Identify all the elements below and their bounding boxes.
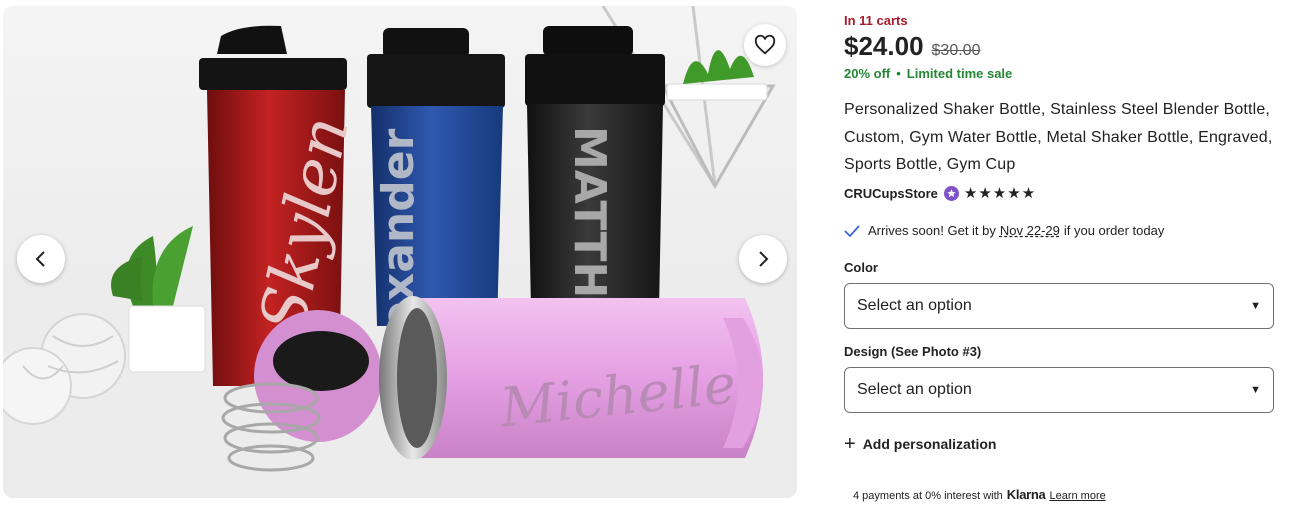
sale-info: 20% off • Limited time sale (844, 66, 1012, 81)
original-price: $30.00 (931, 42, 981, 59)
next-image-button[interactable] (739, 235, 787, 283)
product-image-gallery[interactable]: Skylen exander MATTHE Michelle (3, 6, 797, 498)
chevron-right-icon (759, 251, 769, 267)
price-row: $24.00 $30.00 (844, 31, 980, 62)
delivery-estimate: Arrives soon! Get it by Nov 22-29 if you… (844, 223, 1164, 238)
favorite-button[interactable] (744, 24, 786, 66)
caret-down-icon: ▼ (1250, 300, 1261, 312)
product-title: Personalized Shaker Bottle, Stainless St… (844, 101, 1273, 173)
sale-note: Limited time sale (906, 66, 1013, 81)
klarna-payments-info: 4 payments at 0% interest with Klarna Le… (853, 487, 1106, 502)
plus-icon: + (844, 433, 856, 455)
color-select-value: Select an option (857, 297, 972, 314)
star-seller-badge-icon (943, 186, 959, 201)
klarna-logo: Klarna (1006, 487, 1046, 502)
design-label: Design (See Photo #3) (844, 344, 982, 359)
shop-row: CRUCupsStore ★★★★★ (844, 186, 1036, 201)
product-photo: Skylen exander MATTHE Michelle (3, 6, 797, 498)
svg-text:MATTHE: MATTHE (564, 126, 615, 328)
heart-icon (754, 34, 776, 55)
delivery-prefix: Arrives soon! Get it by (868, 223, 996, 238)
design-select[interactable]: Select an option ▼ (844, 367, 1274, 413)
rating-stars[interactable]: ★★★★★ (964, 186, 1036, 201)
delivery-suffix: if you order today (1063, 223, 1165, 238)
current-price: $24.00 (844, 31, 924, 61)
add-personalization-button[interactable]: + Add personalization (844, 434, 996, 454)
color-label: Color (844, 260, 878, 275)
shop-name-link[interactable]: CRUCupsStore (844, 186, 938, 201)
chevron-left-icon (35, 251, 45, 267)
add-personalization-label: Add personalization (862, 436, 997, 452)
learn-more-link[interactable]: Learn more (1049, 490, 1105, 502)
color-select[interactable]: Select an option ▼ (844, 283, 1274, 329)
checkmark-icon (844, 224, 860, 237)
caret-down-icon: ▼ (1250, 384, 1261, 396)
carts-count: In 11 carts (844, 13, 908, 28)
discount-text: 20% off (844, 66, 891, 81)
separator-dot: • (896, 66, 901, 81)
klarna-text: 4 payments at 0% interest with (853, 490, 1003, 502)
previous-image-button[interactable] (17, 235, 65, 283)
design-select-value: Select an option (857, 381, 972, 398)
delivery-date[interactable]: Nov 22-29 (1000, 223, 1060, 238)
